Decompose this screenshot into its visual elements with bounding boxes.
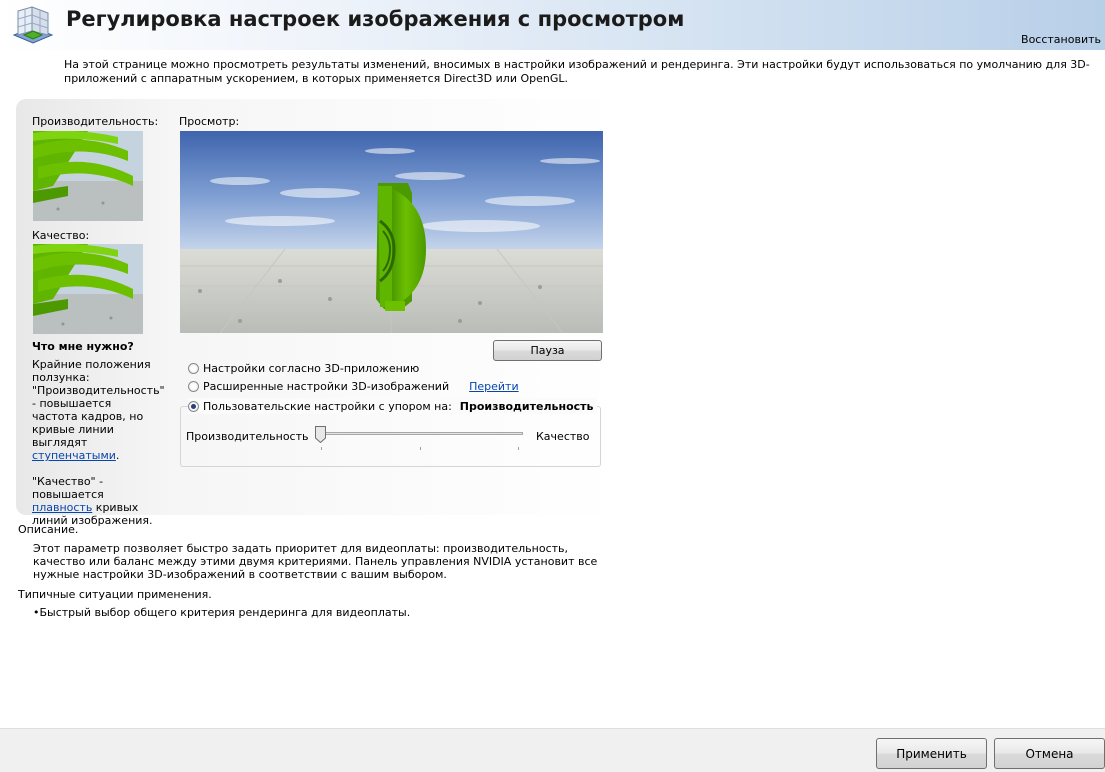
usage-item-text: Быстрый выбор общего критерия рендеринга… [39, 606, 411, 619]
quality-slider-thumb[interactable] [315, 426, 326, 444]
quality-thumbnail [33, 244, 143, 334]
preview-viewport [180, 131, 603, 333]
radio-custom-emphasis-label: Пользовательские настройки с упором на: [203, 399, 452, 413]
radio-app-controlled-indicator[interactable] [188, 362, 199, 374]
pause-button[interactable]: Пауза [493, 340, 602, 361]
help-text: Крайние положения ползунка: "Производите… [32, 358, 165, 527]
emphasis-value: Производительность [459, 399, 594, 413]
usage-title: Типичные ситуации применения. [18, 588, 212, 601]
usage-list-item: •Быстрый выбор общего критерия рендеринг… [33, 606, 410, 619]
radio-custom-emphasis[interactable]: Пользовательские настройки с упором на: … [188, 398, 598, 414]
radio-advanced-settings[interactable]: Расширенные настройки 3D-изображений Пер… [188, 378, 519, 394]
slider-tick [420, 447, 421, 450]
slider-left-label: Производительность [186, 430, 309, 443]
help-paragraph-performance: Крайние положения ползунка: "Производите… [32, 358, 165, 462]
intro-text: На этой странице можно просмотреть резул… [64, 58, 1090, 85]
quality-thumbnail-label: Качество: [32, 229, 90, 242]
smoothness-link[interactable]: плавность [32, 501, 92, 514]
jagged-link[interactable]: ступенчатыми [32, 449, 116, 462]
radio-advanced-settings-indicator[interactable] [188, 380, 199, 392]
performance-thumbnail [33, 131, 143, 221]
preview-label: Просмотр: [179, 115, 240, 128]
slider-right-label: Качество [536, 430, 590, 443]
performance-thumbnail-label: Производительность: [32, 115, 159, 128]
help-p2-text: "Качество" - повышается [32, 475, 104, 501]
help-p1-text: Крайние положения ползунка: "Производите… [32, 358, 165, 449]
description-title: Описание. [18, 523, 79, 536]
help-title: Что мне нужно? [32, 340, 134, 353]
cancel-button[interactable]: Отмена [994, 738, 1105, 769]
page-title: Регулировка настроек изображения с просм… [66, 7, 685, 31]
radio-advanced-settings-label: Расширенные настройки 3D-изображений [203, 379, 450, 393]
page-header: Регулировка настроек изображения с просм… [0, 0, 1105, 50]
description-text: Этот параметр позволяет быстро задать пр… [33, 542, 598, 581]
help-p1-end: . [115, 449, 120, 462]
radio-custom-emphasis-indicator[interactable] [188, 400, 199, 412]
radio-app-controlled-label: Настройки согласно 3D-приложению [203, 361, 420, 375]
help-paragraph-quality: "Качество" - повышается плавность кривых… [32, 475, 158, 527]
quality-slider-track[interactable] [320, 432, 523, 435]
radio-app-controlled[interactable]: Настройки согласно 3D-приложению [188, 360, 419, 376]
apply-button[interactable]: Применить [876, 738, 987, 769]
restore-link[interactable]: Восстановить [1021, 33, 1101, 46]
slider-tick [321, 447, 322, 450]
display-settings-icon [10, 5, 56, 45]
slider-tick [518, 447, 519, 450]
go-link[interactable]: Перейти [469, 380, 519, 393]
